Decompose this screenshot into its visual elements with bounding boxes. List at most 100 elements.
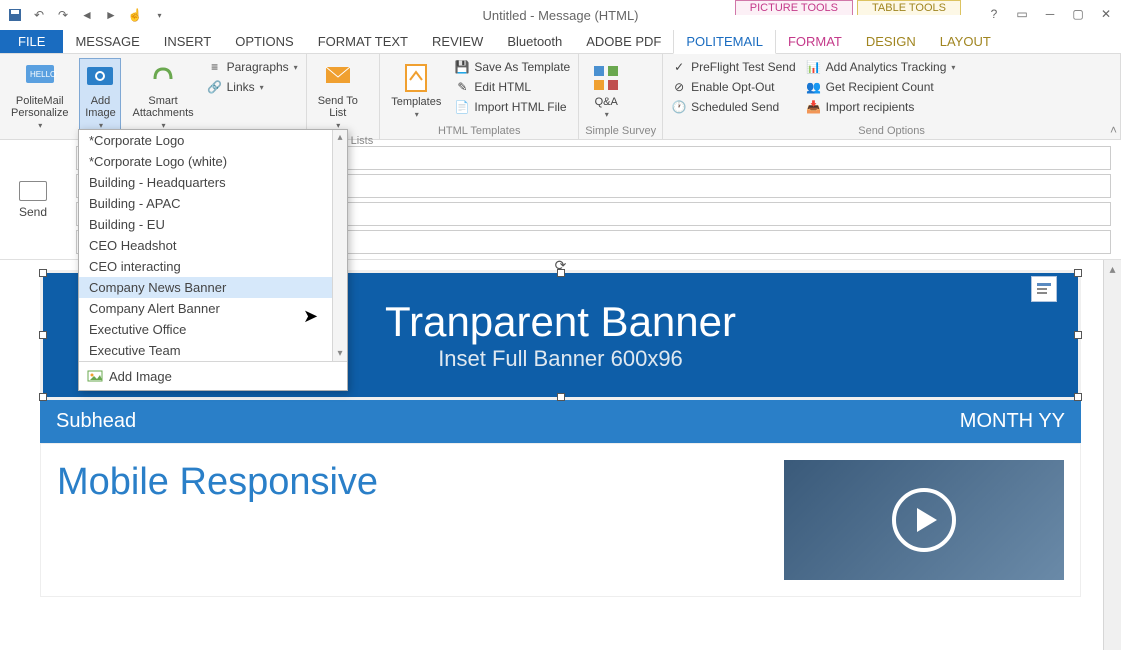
- tab-message[interactable]: MESSAGE: [63, 30, 151, 53]
- resize-handle[interactable]: [39, 269, 47, 277]
- collapse-ribbon-icon[interactable]: ˄: [1110, 123, 1117, 137]
- dropdown-item[interactable]: Company News Banner: [79, 277, 347, 298]
- contextual-tool-tabs: PICTURE TOOLS TABLE TOOLS: [731, 0, 961, 15]
- send-button[interactable]: Send: [19, 205, 47, 219]
- resize-handle[interactable]: [557, 269, 565, 277]
- dropdown-scrollbar[interactable]: ▴ ▾: [332, 130, 347, 361]
- tab-insert[interactable]: INSERT: [152, 30, 223, 53]
- group-label-survey: Simple Survey: [585, 123, 656, 137]
- import-recipients-button[interactable]: 📥Import recipients: [804, 98, 958, 116]
- tab-options[interactable]: OPTIONS: [223, 30, 306, 53]
- links-button[interactable]: 🔗Links▾: [205, 78, 300, 96]
- import-html-button[interactable]: 📄Import HTML File: [452, 98, 572, 116]
- dropdown-item[interactable]: Building - EU: [79, 214, 347, 235]
- undo-icon[interactable]: ↶: [28, 4, 50, 26]
- paragraphs-button[interactable]: ≡Paragraphs▾: [205, 58, 300, 76]
- picture-tools-tab-header: PICTURE TOOLS: [735, 0, 853, 15]
- links-icon: 🔗: [207, 79, 223, 95]
- scroll-up-icon[interactable]: ▴: [333, 130, 347, 145]
- add-image-button[interactable]: Add Image▾: [79, 58, 121, 133]
- dropdown-item[interactable]: *Corporate Logo: [79, 130, 347, 151]
- resize-handle[interactable]: [39, 393, 47, 401]
- minimize-icon[interactable]: ─: [1039, 4, 1061, 24]
- group-send-options: ✓PreFlight Test Send ⊘Enable Opt-Out 🕐Sc…: [663, 54, 1121, 139]
- politemail-personalize-button[interactable]: HELLO PoliteMail Personalize▾: [6, 58, 73, 133]
- scroll-up-icon[interactable]: ▴: [1104, 260, 1121, 278]
- touch-mode-icon[interactable]: ☝: [124, 4, 146, 26]
- templates-icon: [400, 62, 432, 94]
- edit-html-icon: ✎: [454, 79, 470, 95]
- redo-icon[interactable]: ↷: [52, 4, 74, 26]
- window-title: Untitled - Message (HTML): [482, 8, 638, 23]
- next-icon[interactable]: ►: [100, 4, 122, 26]
- subhead-bar: Subhead MONTH YY: [40, 400, 1081, 443]
- send-to-list-button[interactable]: Send To List▾: [313, 58, 363, 133]
- tab-file[interactable]: FILE: [0, 30, 63, 53]
- resize-handle[interactable]: [1074, 331, 1082, 339]
- tab-politemail[interactable]: POLITEMAIL: [673, 29, 776, 54]
- tab-bluetooth[interactable]: Bluetooth: [495, 30, 574, 53]
- dropdown-item[interactable]: Executive Team: [79, 340, 347, 361]
- resize-handle[interactable]: [1074, 269, 1082, 277]
- preflight-button[interactable]: ✓PreFlight Test Send: [669, 58, 798, 76]
- opt-out-button[interactable]: ⊘Enable Opt-Out: [669, 78, 798, 96]
- resize-handle[interactable]: [557, 393, 565, 401]
- tab-format[interactable]: FORMAT: [776, 30, 854, 53]
- scroll-down-icon[interactable]: ▾: [333, 346, 347, 361]
- resize-handle[interactable]: [1074, 393, 1082, 401]
- dropdown-item[interactable]: *Corporate Logo (white): [79, 151, 347, 172]
- templates-button[interactable]: Templates▾: [386, 58, 446, 123]
- add-image-menu-item[interactable]: Add Image: [79, 361, 347, 390]
- headline-text: Mobile Responsive: [57, 460, 764, 580]
- dropdown-item[interactable]: Building - APAC: [79, 193, 347, 214]
- save-template-icon: 💾: [454, 59, 470, 75]
- opt-out-icon: ⊘: [671, 79, 687, 95]
- ribbon-display-icon[interactable]: ▭: [1011, 4, 1033, 24]
- analytics-icon: 📊: [806, 59, 822, 75]
- save-icon[interactable]: [4, 4, 26, 26]
- add-image-dropdown: *Corporate Logo*Corporate Logo (white)Bu…: [78, 129, 348, 391]
- tab-layout[interactable]: LAYOUT: [928, 30, 1003, 53]
- tab-review[interactable]: REVIEW: [420, 30, 495, 53]
- group-html-templates: Templates▾ 💾Save As Template ✎Edit HTML …: [380, 54, 579, 139]
- help-icon[interactable]: ?: [983, 4, 1005, 24]
- send-icon: [19, 181, 47, 201]
- qat-customize-icon[interactable]: ▾: [148, 4, 170, 26]
- dropdown-item[interactable]: Exectutive Office: [79, 319, 347, 340]
- group-label-html: HTML Templates: [386, 123, 572, 137]
- dropdown-item[interactable]: CEO Headshot: [79, 235, 347, 256]
- attachment-icon: [147, 61, 179, 93]
- video-thumbnail[interactable]: [784, 460, 1064, 580]
- group-mailing-lists: Send To List▾ Mailing Lists: [307, 54, 381, 139]
- resize-handle[interactable]: [39, 331, 47, 339]
- ribbon: HELLO PoliteMail Personalize▾ Add Image▾…: [0, 54, 1121, 140]
- dropdown-item[interactable]: Company Alert Banner: [79, 298, 347, 319]
- qa-icon: [590, 62, 622, 94]
- tab-design[interactable]: DESIGN: [854, 30, 928, 53]
- tab-adobe-pdf[interactable]: ADOBE PDF: [574, 30, 673, 53]
- group-personalize: HELLO PoliteMail Personalize▾ Add Image▾…: [0, 54, 307, 139]
- tab-format-text[interactable]: FORMAT TEXT: [306, 30, 420, 53]
- clock-icon: 🕐: [671, 99, 687, 115]
- scheduled-send-button[interactable]: 🕐Scheduled Send: [669, 98, 798, 116]
- smart-attachments-button[interactable]: Smart Attachments▾: [127, 58, 198, 133]
- body-scrollbar[interactable]: ▴: [1103, 260, 1121, 650]
- group-simple-survey: Q&A▾ Simple Survey: [579, 54, 663, 139]
- subhead-left: Subhead: [56, 410, 136, 433]
- save-as-template-button[interactable]: 💾Save As Template: [452, 58, 572, 76]
- edit-html-button[interactable]: ✎Edit HTML: [452, 78, 572, 96]
- recipient-count-button[interactable]: 👥Get Recipient Count: [804, 78, 958, 96]
- titlebar: ↶ ↷ ◄ ► ☝ ▾ Untitled - Message (HTML) PI…: [0, 0, 1121, 30]
- qa-button[interactable]: Q&A▾: [585, 58, 627, 123]
- import-recip-icon: 📥: [806, 99, 822, 115]
- maximize-icon[interactable]: ▢: [1067, 4, 1089, 24]
- analytics-button[interactable]: 📊Add Analytics Tracking▾: [804, 58, 958, 76]
- layout-options-icon[interactable]: [1031, 276, 1057, 302]
- quick-access-toolbar: ↶ ↷ ◄ ► ☝ ▾: [0, 4, 170, 26]
- close-icon[interactable]: ✕: [1095, 4, 1117, 24]
- dropdown-item[interactable]: CEO interacting: [79, 256, 347, 277]
- group-label-send: Send Options: [669, 123, 1114, 137]
- prev-icon[interactable]: ◄: [76, 4, 98, 26]
- dropdown-item[interactable]: Building - Headquarters: [79, 172, 347, 193]
- send-list-icon: [322, 61, 354, 93]
